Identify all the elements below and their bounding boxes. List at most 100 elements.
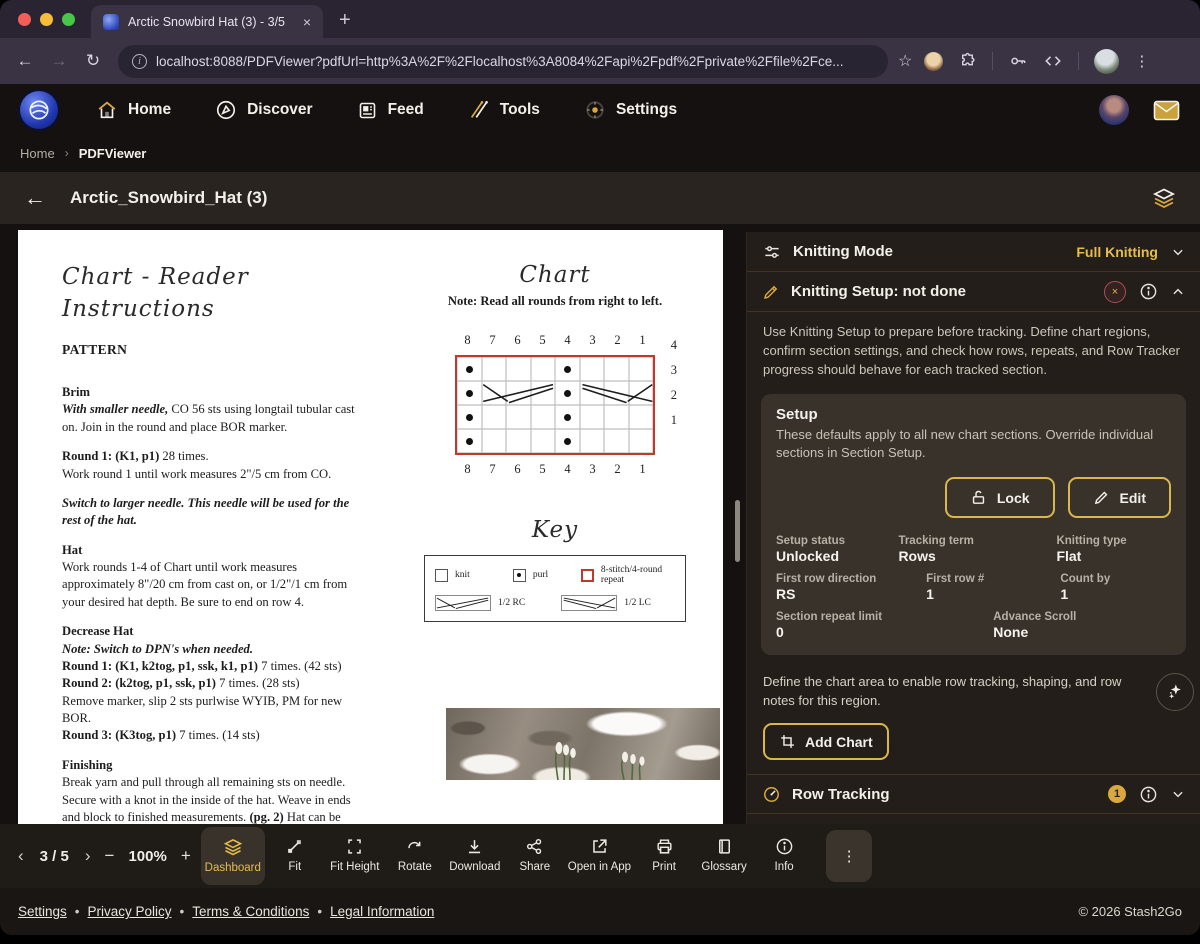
breadcrumb-separator-icon: › <box>64 146 69 160</box>
pdf-chart-note: Note: Read all rounds from right to left… <box>447 294 663 308</box>
footer-link-terms[interactable]: Terms & Conditions <box>192 904 309 919</box>
knitting-chart: 8 7 6 5 4 3 2 1 4 3 2 1 8 7 6 5 4 3 2 1 <box>455 333 677 477</box>
url-bar[interactable]: i localhost:8088/PDFViewer?pdfUrl=http%3… <box>118 44 888 78</box>
mail-icon[interactable] <box>1153 100 1180 121</box>
nav-item-discover[interactable]: Discover <box>215 99 313 121</box>
chevron-up-icon[interactable] <box>1171 285 1185 299</box>
breadcrumb-home[interactable]: Home <box>20 146 55 161</box>
chevron-down-icon[interactable] <box>1171 245 1185 259</box>
toolbar-info-button[interactable]: Info <box>754 827 814 885</box>
chart-cell <box>580 357 605 381</box>
chart-col-number: 1 <box>639 462 646 476</box>
password-key-icon[interactable] <box>1008 51 1028 71</box>
back-arrow-button[interactable]: ← <box>24 187 46 209</box>
key-knit-symbol <box>435 568 448 582</box>
browser-tab[interactable]: Arctic Snowbird Hat (3) - 3/5 × <box>91 5 323 38</box>
nav-label: Feed <box>387 101 424 118</box>
knitting-mode-header[interactable]: Knitting Mode Full Knitting <box>747 232 1200 272</box>
sparkles-icon <box>1168 684 1181 700</box>
url-text: localhost:8088/PDFViewer?pdfUrl=http%3A%… <box>156 53 844 69</box>
toolbar-fit-button[interactable]: Fit <box>265 827 325 885</box>
toolbar-dashboard-button[interactable]: Dashboard <box>200 827 265 885</box>
knitting-setup-header[interactable]: Knitting Setup: not done × <box>747 272 1200 312</box>
browser-back-icon[interactable]: ← <box>10 51 40 71</box>
key-lc-symbol <box>561 595 618 611</box>
chart-col-number: 4 <box>564 333 571 347</box>
session-timer-header[interactable]: Session Timer <box>747 814 1200 824</box>
toolbar-more-button[interactable]: ⋮ <box>826 830 873 882</box>
close-window-button[interactable] <box>18 13 31 26</box>
edit-pencil-icon <box>1094 491 1108 505</box>
toolbar-print-button[interactable]: Print <box>634 827 694 885</box>
minimize-window-button[interactable] <box>40 13 53 26</box>
pdf-page[interactable]: Chart - Reader Instructions PATTERN Brim… <box>18 230 723 824</box>
toolbar-rotate-button[interactable]: Rotate <box>385 827 445 885</box>
zoom-in-icon[interactable]: + <box>181 846 191 866</box>
viewer-scrollbar[interactable] <box>733 232 742 824</box>
purl-dot <box>465 365 473 373</box>
field-knitting-type: Knitting type Flat <box>1056 535 1127 565</box>
pdf-round1: Round 1: (K1, p1) 28 times. <box>62 449 209 464</box>
pdf-pattern-label: PATTERN <box>62 342 128 358</box>
extension-avatar-icon[interactable] <box>924 51 944 71</box>
site-info-icon[interactable]: i <box>132 53 147 69</box>
chart-cell <box>555 357 580 381</box>
extensions-puzzle-icon[interactable] <box>958 52 977 71</box>
chevron-down-icon[interactable] <box>1171 787 1185 801</box>
user-avatar[interactable] <box>1099 95 1129 125</box>
info-icon[interactable] <box>1139 785 1158 804</box>
footer-link-settings[interactable]: Settings <box>18 904 67 919</box>
edit-button-label: Edit <box>1119 489 1146 506</box>
knitting-chart-grid <box>455 355 655 455</box>
devtools-code-icon[interactable] <box>1043 51 1063 71</box>
footer-link-privacy[interactable]: Privacy Policy <box>88 904 172 919</box>
app-logo[interactable] <box>20 91 58 129</box>
edit-button[interactable]: Edit <box>1067 477 1171 519</box>
toolbar-download-button[interactable]: Download <box>445 827 505 885</box>
zoom-window-button[interactable] <box>62 13 75 26</box>
print-icon <box>657 839 672 854</box>
info-icon[interactable] <box>1139 282 1158 301</box>
browser-forward-icon[interactable]: → <box>44 51 74 71</box>
knitting-panel: Knitting Mode Full Knitting Knitting Set… <box>746 232 1200 824</box>
nav-item-home[interactable]: Home <box>96 99 171 121</box>
new-tab-button[interactable]: + <box>339 9 351 32</box>
toolbar-open-in-app-button[interactable]: Open in App <box>565 827 634 885</box>
pdf-chart-heading: Chart <box>519 262 591 288</box>
row-tracking-header[interactable]: Row Tracking 1 <box>747 774 1200 815</box>
knitting-setup-label: Knitting Setup: not done <box>791 283 966 300</box>
browser-reload-icon[interactable]: ↻ <box>78 51 108 71</box>
chart-cell <box>604 405 629 429</box>
zoom-out-icon[interactable]: − <box>105 846 115 866</box>
toolbar-glossary-button[interactable]: Glossary <box>694 827 754 885</box>
chart-cell <box>506 405 531 429</box>
browser-toolbar: ← → ↻ i localhost:8088/PDFViewer?pdfUrl=… <box>0 38 1200 84</box>
toolbar-fit-height-button[interactable]: Fit Height <box>325 827 385 885</box>
browser-menu-icon[interactable]: ⋮ <box>1134 52 1149 70</box>
chart-col-number: 5 <box>539 462 546 476</box>
sparkle-button[interactable] <box>1156 673 1194 712</box>
chart-cell <box>604 429 629 453</box>
prev-page-icon[interactable]: ‹ <box>18 846 24 866</box>
scrollbar-thumb[interactable] <box>735 500 740 562</box>
browser-profile-avatar[interactable] <box>1094 48 1120 74</box>
footer-link-legal[interactable]: Legal Information <box>330 904 434 919</box>
copyright-text: © 2026 Stash2Go <box>1078 904 1182 919</box>
nav-item-settings[interactable]: Settings <box>584 99 677 121</box>
knitting-mode-value[interactable]: Full Knitting <box>1076 244 1158 260</box>
toolbar-share-button[interactable]: Share <box>505 827 565 885</box>
layers-icon[interactable] <box>1152 186 1176 210</box>
divider <box>1078 52 1080 70</box>
tab-close-icon[interactable]: × <box>303 15 311 29</box>
setup-card-title: Setup <box>776 405 818 423</box>
lock-button[interactable]: Lock <box>944 477 1055 519</box>
next-page-icon[interactable]: › <box>85 846 91 866</box>
add-chart-button[interactable]: Add Chart <box>763 723 889 761</box>
chart-col-number: 7 <box>489 333 496 347</box>
chart-row-number: 3 <box>670 363 677 377</box>
pdf-decrease-note: Note: Switch to DPN's when needed. <box>62 641 254 656</box>
nav-item-tools[interactable]: Tools <box>468 99 540 121</box>
nav-item-feed[interactable]: Feed <box>357 100 424 121</box>
bookmark-star-icon[interactable]: ☆ <box>898 51 912 71</box>
chart-cell <box>457 405 482 429</box>
